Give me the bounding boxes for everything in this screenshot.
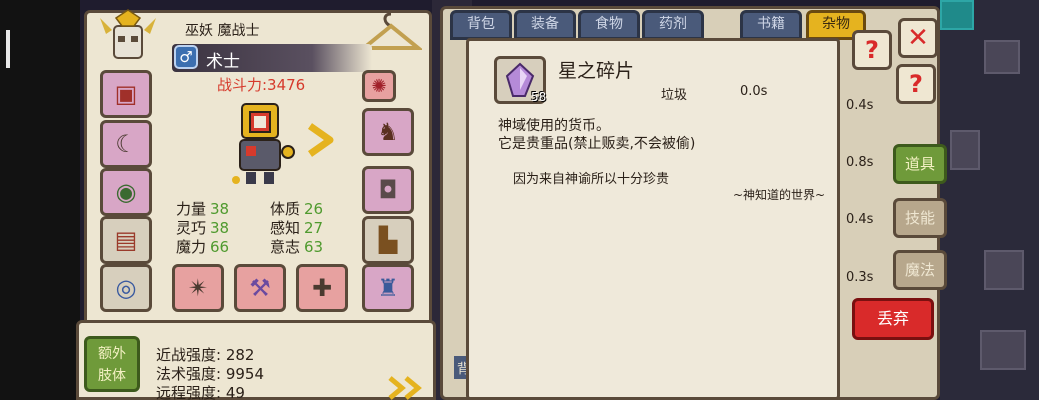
double-chevron-icon[interactable] xyxy=(388,376,428,400)
help-button-secondary[interactable]: ? xyxy=(896,64,936,104)
next-chevron-icon[interactable] xyxy=(306,122,336,158)
class-name: 术士 xyxy=(206,52,240,72)
screen-edge-marker xyxy=(6,30,10,68)
item-quantity: 58 xyxy=(531,90,547,104)
equip-slot-armor[interactable]: ▤ xyxy=(100,216,152,264)
extra-limbs-button[interactable]: 额外 肢体 xyxy=(84,336,140,392)
stat-dexterity: 灵巧 38 xyxy=(176,219,230,237)
item-flavor-text: 因为来自神谕所以十分珍贵 xyxy=(513,172,670,187)
stat-willpower: 意志 63 xyxy=(270,238,324,256)
equip-slot-pet[interactable]: ♞ xyxy=(362,108,414,156)
hero-sprite xyxy=(232,103,295,184)
equip-slot-helmet[interactable]: ◉ xyxy=(100,168,152,216)
ranged-strength: 远程强度: 49 xyxy=(156,384,245,400)
tab-books[interactable]: 书籍 xyxy=(740,10,802,40)
equip-slot-charm[interactable]: ✺ xyxy=(362,70,396,102)
character-title: 巫妖 魔战士 xyxy=(185,23,260,39)
floor-tile xyxy=(950,130,980,170)
side-tab-items[interactable]: 道具 xyxy=(893,144,947,184)
combat-power: 战斗力:3476 xyxy=(217,76,306,94)
tab-food[interactable]: 食物 xyxy=(578,10,640,40)
tab-potions[interactable]: 药剂 xyxy=(642,10,704,40)
stat-constitution: 体质 26 xyxy=(270,200,324,218)
class-name-bar xyxy=(172,44,372,72)
item-flavor-source: ~神知道的世界~ xyxy=(733,188,826,202)
item-type: 垃圾 xyxy=(661,88,688,103)
item-description-line-1: 神域使用的货币。 xyxy=(498,118,610,134)
side-tab-skills[interactable]: 技能 xyxy=(893,198,947,238)
cooldown-timer: 0.4s xyxy=(846,212,874,227)
dungeon-background-right xyxy=(940,0,1039,400)
claw-icon: ☾ xyxy=(115,130,137,158)
rune-icon: ✺ xyxy=(371,75,387,97)
item-description-line-2: 它是贵重品(禁止贩卖,不会被偷) xyxy=(498,136,696,152)
help-button[interactable]: ? xyxy=(852,30,892,70)
floor-tile xyxy=(984,250,1024,290)
cooldown-timer: 0.8s xyxy=(846,155,874,170)
equip-slot-cloak[interactable]: ☾ xyxy=(100,120,152,168)
equip-slot-weapon-2[interactable]: ⚒ xyxy=(234,264,286,312)
item-name: 星之碎片 xyxy=(558,60,635,82)
equip-slot-gloves[interactable]: ◘ xyxy=(362,166,414,214)
skull-crest-icon xyxy=(100,9,156,59)
item-cooldown: 0.0s xyxy=(740,84,768,99)
equip-slot-weapon-1[interactable]: ✴ xyxy=(172,264,224,312)
tab-equipment[interactable]: 装备 xyxy=(514,10,576,40)
armor-icon: ▤ xyxy=(114,226,138,254)
equip-slot-ring[interactable]: ◎ xyxy=(100,264,152,312)
stat-perception: 感知 27 xyxy=(270,219,324,237)
tab-backpack[interactable]: 背包 xyxy=(450,10,512,40)
discard-button[interactable]: 丢弃 xyxy=(852,298,934,340)
crossbow-icon: ✚ xyxy=(311,274,333,302)
equip-slot-weapon-3[interactable]: ✚ xyxy=(296,264,348,312)
extra-limbs-label: 额外 肢体 xyxy=(98,346,126,384)
stat-strength: 力量 38 xyxy=(176,200,230,218)
water-tile xyxy=(940,0,974,30)
gloves-icon: ◘ xyxy=(378,176,398,204)
male-icon: ♂ xyxy=(174,45,198,69)
cooldown-timer: 0.4s xyxy=(846,98,874,113)
hammer-icon: ⚒ xyxy=(249,274,271,302)
floor-tile xyxy=(984,40,1020,74)
equip-slot-accessory[interactable]: ♜ xyxy=(362,264,414,312)
question-icon: ? xyxy=(909,70,923,98)
side-tab-magic[interactable]: 魔法 xyxy=(893,250,947,290)
creature-icon: ♞ xyxy=(377,118,399,146)
equip-slot-boots[interactable]: ▙ xyxy=(362,216,414,264)
close-icon: ✕ xyxy=(907,23,929,53)
spell-strength: 法术强度: 9954 xyxy=(156,365,265,383)
chest-icon: ▣ xyxy=(114,80,138,108)
stat-magic: 魔力 66 xyxy=(176,238,230,256)
equip-slot-backpack[interactable]: ▣ xyxy=(100,70,152,118)
question-icon: ? xyxy=(865,36,879,64)
boots-icon: ▙ xyxy=(378,226,398,254)
floor-tile xyxy=(980,330,1026,370)
staff-icon: ✴ xyxy=(187,274,209,302)
melee-strength: 近战强度: 282 xyxy=(156,346,255,364)
close-button[interactable]: ✕ xyxy=(898,18,938,58)
dungeon-background-left xyxy=(0,0,80,400)
helmet-icon: ◉ xyxy=(115,178,137,206)
lantern-icon: ♜ xyxy=(377,274,399,302)
ring-icon: ◎ xyxy=(115,274,137,302)
cooldown-timer: 0.3s xyxy=(846,270,874,285)
